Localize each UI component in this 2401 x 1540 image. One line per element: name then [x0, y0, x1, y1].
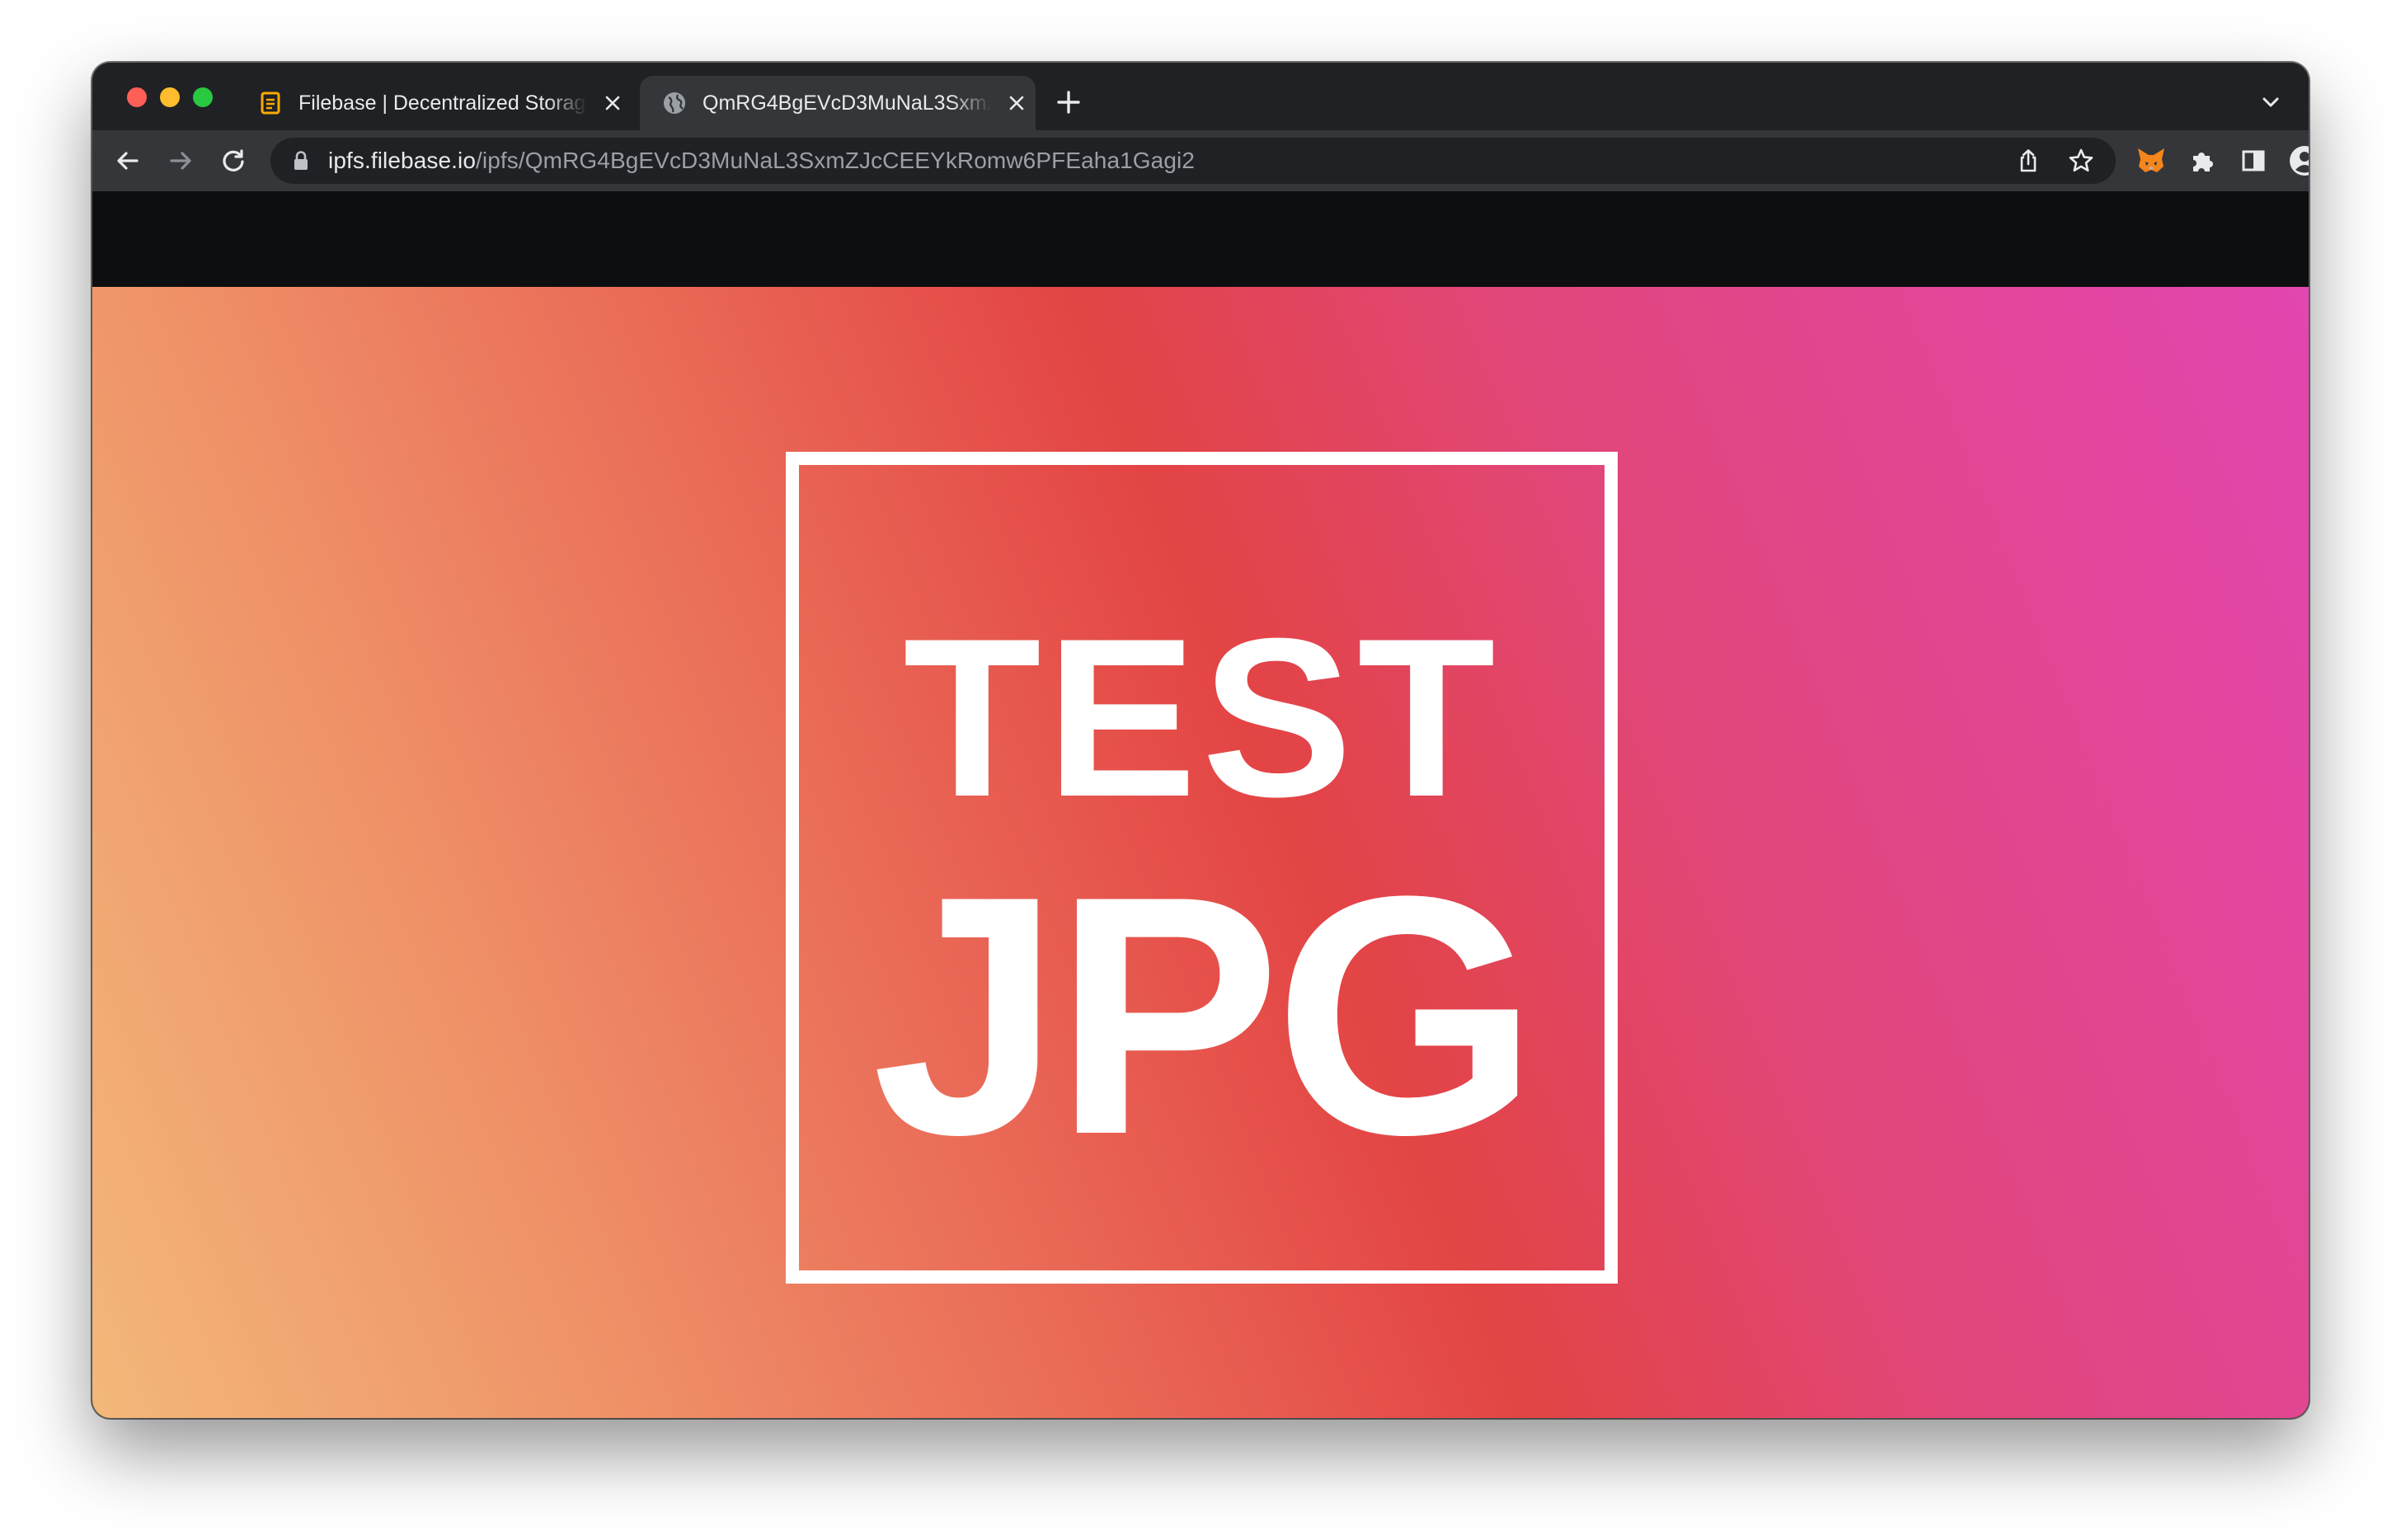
- close-tab-icon[interactable]: [599, 89, 627, 117]
- puzzle-icon: [2193, 153, 2213, 171]
- image-text-test: TEST: [903, 592, 1501, 844]
- chevron-down-icon: [2262, 97, 2279, 107]
- forward-button[interactable]: [162, 142, 200, 180]
- url-text: ipfs.filebase.io/ipfs/QmRG4BgEVcD3MuNaL3…: [328, 148, 1195, 174]
- close-tab-icon[interactable]: [1003, 89, 1031, 117]
- document-icon: [261, 92, 280, 115]
- browser-window: Filebase | Decentralized Storage QmRG4Bg…: [92, 63, 2309, 1418]
- url-host: ipfs.filebase.io: [328, 148, 477, 173]
- share-button[interactable]: [2012, 144, 2045, 177]
- bookmark-button[interactable]: [2065, 144, 2098, 177]
- profile-button[interactable]: [2286, 142, 2309, 180]
- tab-title: QmRG4BgEVcD3MuNaL3SxmZJcCEEYkRomw6PFEaha…: [702, 91, 991, 115]
- tab-search-button[interactable]: [2254, 86, 2287, 119]
- image-frame: TEST JPG: [786, 452, 1618, 1284]
- close-window-button[interactable]: [127, 87, 147, 107]
- arrow-right-icon: [170, 152, 191, 170]
- reload-button[interactable]: [214, 142, 252, 180]
- url-path: /ipfs/QmRG4BgEVcD3MuNaL3SxmZJcCEEYkRomw6…: [476, 148, 1196, 173]
- tab-strip: Filebase | Decentralized Storage QmRG4Bg…: [92, 63, 2309, 130]
- arrow-left-icon: [117, 152, 139, 170]
- share-icon: [2020, 149, 2037, 172]
- reload-icon: [223, 149, 244, 171]
- address-bar[interactable]: ipfs.filebase.io/ipfs/QmRG4BgEVcD3MuNaL3…: [270, 138, 2116, 184]
- tab-title: Filebase | Decentralized Storage: [298, 91, 587, 115]
- avatar-icon: [2290, 146, 2309, 176]
- metamask-extension-button[interactable]: [2132, 142, 2170, 180]
- maximize-window-button[interactable]: [193, 87, 213, 107]
- tab-ipfs-image[interactable]: QmRG4BgEVcD3MuNaL3SxmZJcCEEYkRomw6PFEaha…: [640, 76, 1036, 130]
- lock-icon[interactable]: [292, 150, 310, 171]
- toolbar: ipfs.filebase.io/ipfs/QmRG4BgEVcD3MuNaL3…: [92, 130, 2309, 191]
- plus-icon: [1057, 91, 1080, 114]
- page-content: TEST JPG: [92, 191, 2309, 1418]
- fox-icon: [2138, 148, 2164, 172]
- new-tab-button[interactable]: [1052, 86, 1085, 119]
- back-button[interactable]: [109, 142, 147, 180]
- side-panel-button[interactable]: [2234, 142, 2272, 180]
- test-image: TEST JPG: [92, 287, 2309, 1418]
- globe-icon: [664, 92, 685, 114]
- extensions-button[interactable]: [2183, 142, 2221, 180]
- minimize-window-button[interactable]: [160, 87, 180, 107]
- side-panel-icon: [2242, 150, 2265, 171]
- image-text-jpg: JPG: [872, 826, 1538, 1205]
- star-icon: [2069, 148, 2093, 172]
